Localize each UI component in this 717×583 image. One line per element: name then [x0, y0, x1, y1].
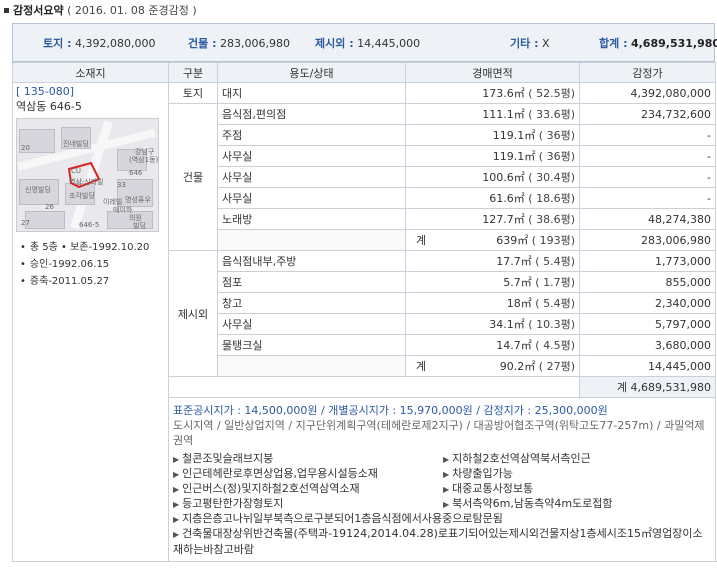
table-row: [ 135-080] 역삼동 646-5 20 진네빌딩 CU 역삼·신라빌 신… — [12, 82, 716, 562]
use-cell: 사무실 — [217, 187, 406, 209]
arrow-right-icon: ▶ — [173, 455, 180, 464]
table-header-row: 소재지 구분 용도/상태 경매면적 감정가 — [12, 62, 716, 83]
summary-bar: 토지 : 4,392,080,000 건물 : 283,006,980 제시외 … — [12, 23, 717, 62]
arrow-right-icon: ▶ — [443, 470, 450, 479]
category-land: 토지 — [168, 82, 218, 104]
arrow-right-icon: ▶ — [443, 500, 450, 509]
area-cell: 127.7㎡ ( 38.6평) — [405, 208, 580, 230]
price-cell: 5,797,000 — [579, 313, 716, 335]
col-header-location: 소재지 — [12, 62, 169, 83]
arrow-right-icon: ▶ — [173, 515, 180, 524]
price-cell: - — [579, 124, 716, 146]
summary-other: 기타 : X — [510, 37, 550, 50]
arrow-right-icon: ▶ — [173, 530, 180, 539]
area-cell: 119.1㎡ ( 36평) — [405, 145, 580, 167]
use-cell: 사무실 — [217, 166, 406, 188]
summary-total: 합계 : 4,689,531,980 — [599, 37, 717, 50]
col-header-use: 용도/상태 — [217, 62, 406, 83]
use-cell: 사무실 — [217, 313, 406, 335]
note-item: ▶ 인근버스(정)및지하철2호선역삼역소재 ▶ 대중교통사정보통 — [173, 482, 534, 495]
area-cell: 계 639㎡ ( 193평) — [405, 229, 580, 251]
address: 역삼동 646-5 — [16, 100, 82, 113]
price-cell: 2,340,000 — [579, 292, 716, 314]
area-cell: 17.7㎡ ( 5.4평) — [405, 250, 580, 272]
bullet-floors: • 총 5층 • 보존-1992.10.20 — [20, 242, 150, 253]
price-cell: 14,445,000 — [579, 355, 716, 377]
location-map[interactable]: 20 진네빌딩 CU 역삼·신라빌 신명빌딩 조각빌딩 이레빌 646 646-… — [16, 118, 159, 232]
note-item: ▶ 지층은층고나뉘일부북측으로구분되어1층음식점에서사용중으로탐문됨 — [173, 512, 503, 525]
area-cell: 173.6㎡ ( 52.5평) — [405, 82, 580, 104]
price-cell: - — [579, 187, 716, 209]
area-cell: 14.7㎡ ( 4.5평) — [405, 334, 580, 356]
use-cell: 주점 — [217, 124, 406, 146]
arrow-right-icon: ▶ — [173, 500, 180, 509]
price-cell: - — [579, 166, 716, 188]
section-subtitle: ( 2016. 01. 08 준경감정 ) — [67, 4, 197, 17]
summary-extra: 제시외 : 14,445,000 — [315, 37, 421, 50]
use-cell: 대지 — [217, 82, 406, 104]
col-header-category: 구분 — [168, 62, 218, 83]
price-cell: 48,274,380 — [579, 208, 716, 230]
bullet-extension: • 증축-2011.05.27 — [20, 276, 110, 287]
bullet-approval: • 승인-1992.06.15 — [20, 259, 110, 270]
zoning-info: 도시지역 / 일반상업지역 / 지구단위계획구역(테헤란로제2지구) / 대공방… — [173, 419, 705, 447]
postal-code: [ 135-080] — [16, 85, 75, 98]
price-cell: 3,680,000 — [579, 334, 716, 356]
note-item: ▶ 인근테헤란로후면상업용,업무용시설등소재 ▶ 차량출입가능 — [173, 467, 513, 480]
area-cell: 34.1㎡ ( 10.3평) — [405, 313, 580, 335]
appraisal-table: 소재지 구분 용도/상태 경매면적 감정가 [ 135-080] 역삼동 646… — [12, 62, 716, 562]
category-building: 건물 — [168, 103, 218, 251]
use-cell: 음식점내부,주방 — [217, 250, 406, 272]
area-cell: 계 90.2㎡ ( 27평) — [405, 355, 580, 377]
arrow-right-icon: ▶ — [443, 455, 450, 464]
price-cell: 234,732,600 — [579, 103, 716, 125]
price-cell: 855,000 — [579, 271, 716, 293]
use-cell: 물탱크실 — [217, 334, 406, 356]
section-title: 감정서요약 — [13, 4, 64, 17]
col-header-area: 경매면적 — [405, 62, 580, 83]
land-price-info: 표준공시지가 : 14,500,000원 / 개별공시지가 : 15,970,0… — [173, 404, 608, 417]
square-bullet-icon — [4, 7, 9, 13]
arrow-right-icon: ▶ — [443, 485, 450, 494]
price-cell: 1,773,000 — [579, 250, 716, 272]
use-cell: 점포 — [217, 271, 406, 293]
area-cell: 100.6㎡ ( 30.4평) — [405, 166, 580, 188]
arrow-right-icon: ▶ — [173, 470, 180, 479]
grand-total: 계 4,689,531,980 — [579, 376, 716, 398]
col-header-price: 감정가 — [579, 62, 716, 83]
summary-land: 토지 : 4,392,080,000 — [43, 37, 156, 50]
price-cell: 283,006,980 — [579, 229, 716, 251]
use-cell: 창고 — [217, 292, 406, 314]
use-cell: 음식점,편의점 — [217, 103, 406, 125]
use-cell: 노래방 — [217, 208, 406, 230]
category-extra: 제시외 — [168, 250, 218, 377]
area-cell: 61.6㎡ ( 18.6평) — [405, 187, 580, 209]
area-cell: 18㎡ ( 5.4평) — [405, 292, 580, 314]
area-cell: 111.1㎡ ( 33.6평) — [405, 103, 580, 125]
note-item: ▶ 철콘조및슬래브지붕 ▶ 지하철2호선역삼역북서측인근 — [173, 452, 591, 465]
price-cell: 4,392,080,000 — [579, 82, 716, 104]
area-cell: 5.7㎡ ( 1.7평) — [405, 271, 580, 293]
location-cell: [ 135-080] 역삼동 646-5 20 진네빌딩 CU 역삼·신라빌 신… — [12, 82, 169, 562]
arrow-right-icon: ▶ — [173, 485, 180, 494]
note-item: ▶ 건축물대장상위반건축물(주택과-19124,2014.04.28)로표기되어있… — [173, 527, 703, 556]
summary-building: 건물 : 283,006,980 — [188, 37, 290, 50]
notes-cell: 표준공시지가 : 14,500,000원 / 개별공시지가 : 15,970,0… — [168, 397, 716, 562]
price-cell: - — [579, 145, 716, 167]
use-cell: 사무실 — [217, 145, 406, 167]
section-header: 감정서요약 ( 2016. 01. 08 준경감정 ) — [4, 3, 197, 19]
area-cell: 119.1㎡ ( 36평) — [405, 124, 580, 146]
note-item: ▶ 등고평탄한가장형토지 ▶ 북서측약6m,남동측약4m도로접함 — [173, 497, 613, 510]
